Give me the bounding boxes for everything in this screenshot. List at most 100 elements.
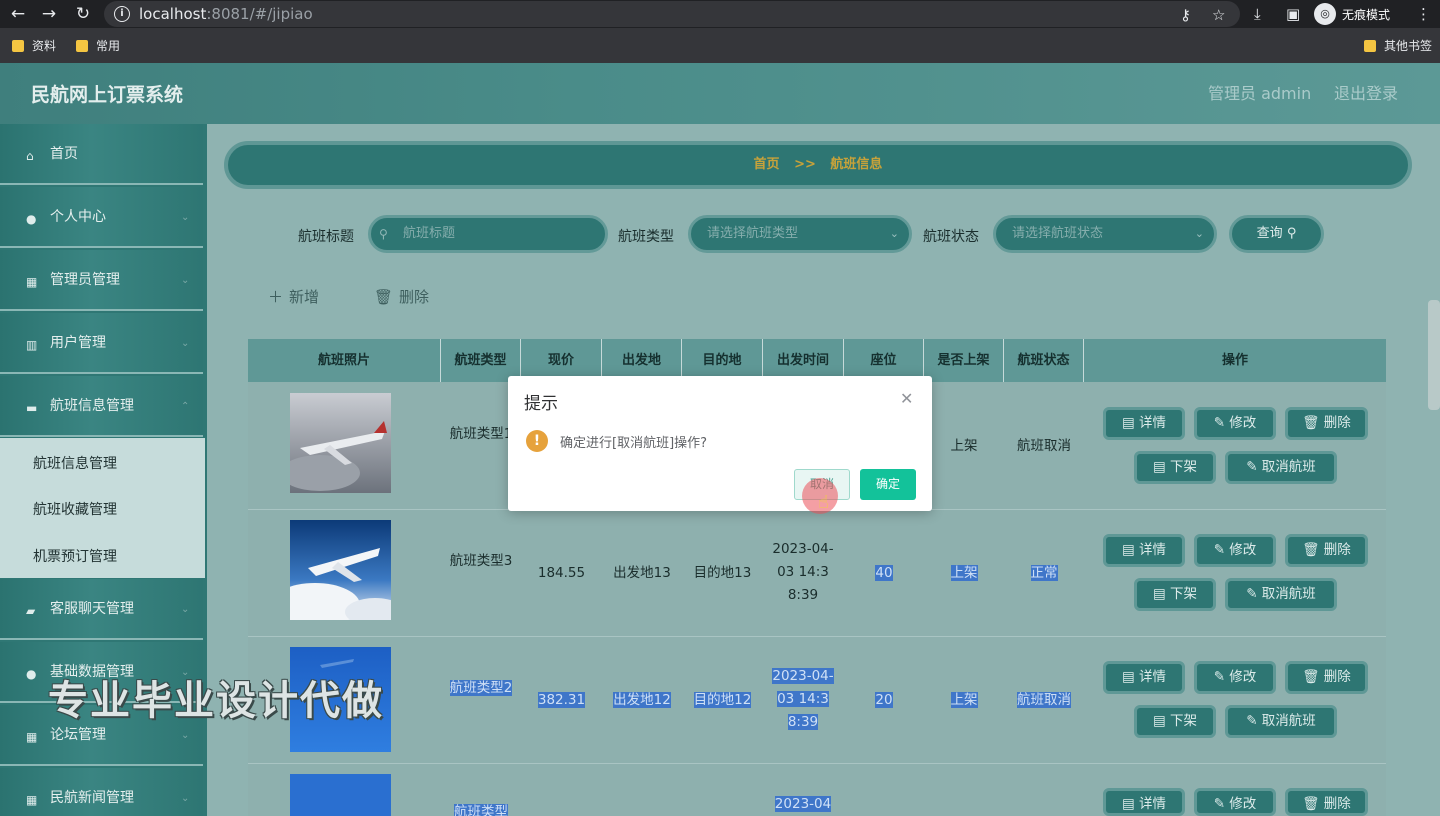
batch-delete-button[interactable]: 🗑 删除	[374, 286, 429, 307]
query-button[interactable]: 查询 ⚲	[1229, 215, 1324, 253]
bookmark-folder[interactable]: 资料	[12, 28, 56, 63]
sidebar-item-flights[interactable]: ▬ 航班信息管理 ⌃	[0, 376, 203, 437]
detail-button[interactable]: ▤ 详情	[1103, 407, 1185, 440]
breadcrumb: 首页 >> 航班信息	[224, 141, 1412, 189]
edit-button[interactable]: ✎ 修改	[1194, 788, 1276, 816]
chevron-down-icon: ⌄	[181, 793, 190, 804]
delete-button[interactable]: 🗑 删除	[1285, 661, 1368, 694]
logout-link[interactable]: 退出登录	[1334, 63, 1398, 125]
close-icon[interactable]: ✕	[900, 389, 913, 408]
departure-time-cell: 2023-04-03 14:38:39	[772, 541, 834, 603]
trash-icon: 🗑	[374, 287, 394, 306]
bookmark-folder[interactable]: 常用	[76, 28, 120, 63]
edit-button[interactable]: ✎ 修改	[1194, 661, 1276, 694]
seats-cell: 40	[875, 565, 893, 581]
grid-icon: ▦	[26, 730, 38, 744]
sidebar-item-chat[interactable]: ▰ 客服聊天管理 ⌄	[0, 579, 203, 640]
flight-type-label: 航班类型	[618, 229, 674, 245]
pencil-icon: ✎	[1246, 459, 1258, 475]
app-title: 民航网上订票系统	[31, 84, 184, 106]
search-icon: ⚲	[1286, 226, 1297, 241]
trash-icon: 🗑	[1302, 796, 1320, 812]
delete-button[interactable]: 🗑 删除	[1285, 407, 1368, 440]
key-icon[interactable]: ⚷	[1180, 1, 1191, 29]
edit-button[interactable]: ✎ 修改	[1194, 407, 1276, 440]
url-text[interactable]: localhost:8081/#/jipiao	[139, 1, 313, 27]
dialog-confirm-button[interactable]: 确定	[860, 469, 916, 500]
document-icon: ▤	[1121, 796, 1135, 812]
flight-photo	[280, 393, 391, 493]
chevron-down-icon: ⌄	[889, 227, 899, 240]
hand-cursor-icon: ☝	[818, 492, 829, 513]
cancel-flight-button[interactable]: ✎ 取消航班	[1225, 705, 1337, 738]
sidebar-item-profile[interactable]: ● 个人中心 ⌄	[0, 187, 203, 248]
search-icon: ⚲	[379, 227, 388, 241]
detail-button[interactable]: ▤ 详情	[1103, 788, 1185, 816]
info-icon[interactable]: i	[114, 6, 130, 22]
detail-button[interactable]: ▤ 详情	[1103, 534, 1185, 567]
sidebar-item-home[interactable]: ⌂ 首页	[0, 124, 203, 185]
sidebar-item-news[interactable]: ▦ 民航新闻管理 ⌄	[0, 768, 203, 816]
dialog-message: 确定进行[取消航班]操作?	[560, 436, 708, 451]
page-scrollbar[interactable]	[1428, 300, 1440, 410]
watermark-text: 专业毕业设计代做	[48, 678, 384, 724]
submenu-flight-favorites[interactable]: 航班收藏管理	[33, 499, 117, 519]
chart-icon: ▥	[26, 338, 38, 352]
delete-button[interactable]: 🗑 删除	[1285, 788, 1368, 816]
cancel-flight-button[interactable]: ✎ 取消航班	[1225, 451, 1337, 484]
chevron-down-icon: ⌄	[181, 604, 190, 615]
chevron-down-icon: ⌄	[181, 275, 190, 286]
status-cell: 航班取消	[1017, 438, 1071, 454]
flight-status-label: 航班状态	[923, 229, 979, 245]
submenu-ticket-booking[interactable]: 机票预订管理	[33, 546, 117, 566]
forward-icon[interactable]: →	[37, 0, 61, 28]
download-icon[interactable]: ⤓	[1254, 0, 1261, 28]
column-header: 航班状态	[1004, 339, 1084, 382]
other-bookmarks[interactable]: 其他书签	[1364, 28, 1432, 63]
star-icon[interactable]: ☆	[1212, 1, 1225, 29]
listed-cell: 上架	[950, 692, 978, 708]
sidebar-item-admin[interactable]: ▦ 管理员管理 ⌄	[0, 250, 203, 311]
document-icon: ▤	[1152, 586, 1166, 602]
destination-cell: 目的地13	[693, 565, 752, 581]
plus-icon: ＋	[268, 288, 284, 306]
chat-icon: ▰	[26, 604, 36, 618]
delete-button[interactable]: 🗑 删除	[1285, 534, 1368, 567]
monitor-icon: ▬	[26, 401, 38, 415]
seats-cell: 20	[875, 692, 893, 708]
pencil-icon: ✎	[1213, 796, 1225, 812]
edit-button[interactable]: ✎ 修改	[1194, 534, 1276, 567]
row-divider	[248, 636, 1386, 637]
back-icon[interactable]: ←	[6, 0, 30, 28]
sidebar-item-users[interactable]: ▥ 用户管理 ⌄	[0, 313, 203, 374]
document-icon: ▤	[1121, 669, 1135, 685]
chevron-up-icon: ⌃	[181, 401, 190, 412]
flight-type-select[interactable]: 请选择航班类型 ⌄	[688, 215, 912, 253]
origin-cell: 出发地13	[613, 565, 671, 581]
breadcrumb-current: 航班信息	[830, 157, 883, 172]
submenu-flight-info[interactable]: 航班信息管理	[33, 453, 117, 473]
unlist-button[interactable]: ▤ 下架	[1134, 451, 1216, 484]
pencil-icon: ✎	[1213, 415, 1225, 431]
trash-icon: 🗑	[1302, 669, 1320, 685]
detail-button[interactable]: ▤ 详情	[1103, 661, 1185, 694]
flight-title-input[interactable]: ⚲ 航班标题	[368, 215, 608, 253]
unlist-button[interactable]: ▤ 下架	[1134, 578, 1216, 611]
unlist-button[interactable]: ▤ 下架	[1134, 705, 1216, 738]
reload-icon[interactable]: ↻	[71, 0, 95, 28]
pencil-icon: ✎	[1213, 542, 1225, 558]
address-bar[interactable]: i localhost:8081/#/jipiao ⚷ ☆	[104, 1, 1240, 27]
menu-icon[interactable]: ⋮	[1416, 0, 1431, 28]
sidepanel-icon[interactable]: ▣	[1286, 0, 1300, 28]
warning-icon: !	[526, 430, 548, 452]
add-button[interactable]: ＋新增	[268, 286, 319, 307]
cancel-flight-button[interactable]: ✎ 取消航班	[1225, 578, 1337, 611]
breadcrumb-home[interactable]: 首页	[754, 157, 780, 172]
user-icon: ●	[26, 212, 37, 226]
status-cell: 航班取消	[1017, 692, 1071, 708]
flight-type-cell: 航班类型2	[449, 680, 513, 696]
flight-status-select[interactable]: 请选择航班状态 ⌄	[993, 215, 1217, 253]
chevron-down-icon: ⌄	[1194, 227, 1204, 240]
incognito-indicator[interactable]: ◎ 无痕模式	[1314, 3, 1390, 25]
listed-cell: 上架	[950, 565, 978, 581]
